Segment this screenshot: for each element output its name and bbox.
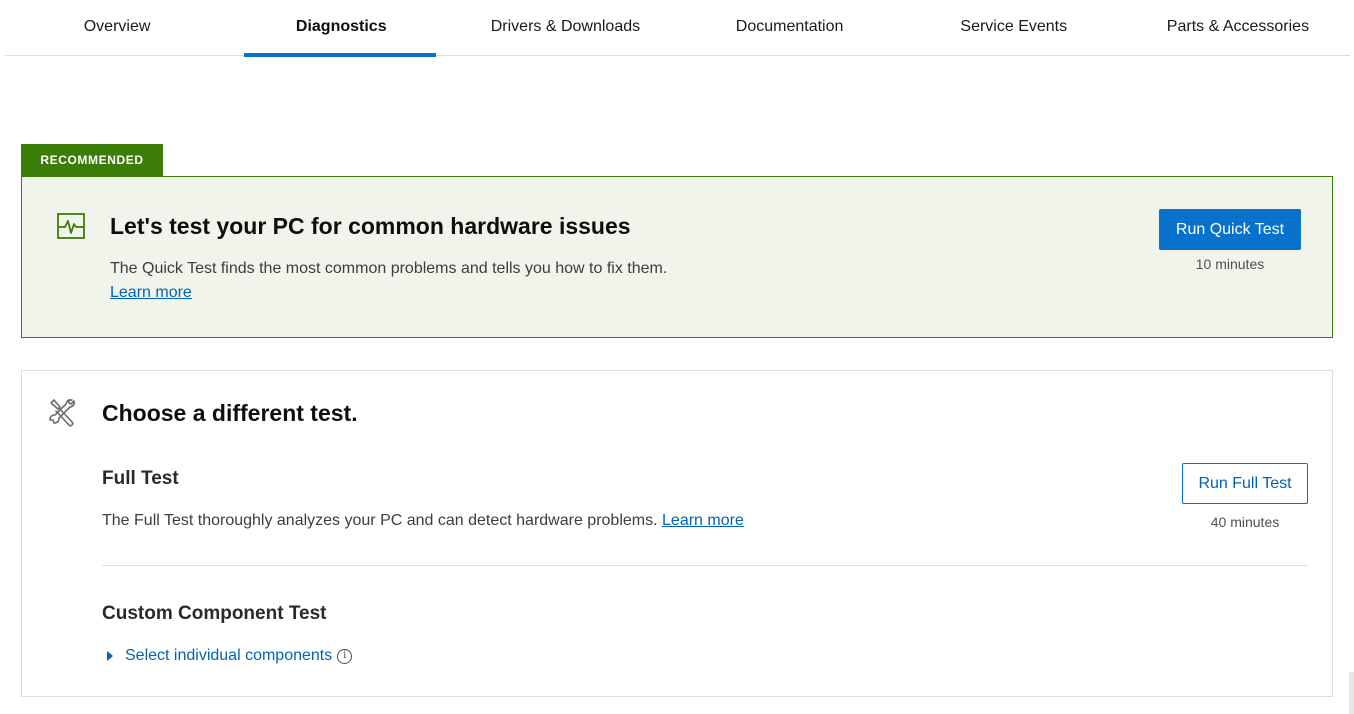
quick-test-description: The Quick Test finds the most common pro… [110,260,668,277]
caret-right-icon [107,651,113,661]
full-test-description-text: The Full Test thoroughly analyzes your P… [102,512,658,529]
custom-test-title: Custom Component Test [102,603,327,624]
tab-diagnostics[interactable]: Diagnostics [229,0,453,57]
tab-parts-accessories[interactable]: Parts & Accessories [1126,0,1350,56]
select-components-label[interactable]: Select individual components [125,647,332,665]
full-test-title: Full Test [102,468,179,489]
scrollbar[interactable] [1349,672,1354,714]
tab-overview[interactable]: Overview [5,0,229,56]
run-full-test-button[interactable]: Run Full Test [1182,463,1308,504]
select-components-toggle[interactable]: Select individual components i [102,646,353,666]
quick-test-learn-more-link[interactable]: Learn more [110,284,192,302]
pulse-monitor-icon [57,213,85,239]
tab-service-events[interactable]: Service Events [902,0,1126,56]
run-quick-test-button[interactable]: Run Quick Test [1159,209,1301,250]
quick-test-duration: 10 minutes [1195,256,1265,272]
info-icon[interactable]: i [337,648,353,664]
tab-drivers-downloads[interactable]: Drivers & Downloads [453,0,677,56]
recommended-badge: RECOMMENDED [21,144,163,176]
quick-test-title: Let's test your PC for common hardware i… [110,213,631,239]
tools-icon [49,399,75,427]
full-test-learn-more-link[interactable]: Learn more [662,512,744,529]
tab-bar: Overview Diagnostics Drivers & Downloads… [5,0,1350,57]
full-test-duration: 40 minutes [1210,514,1280,530]
different-test-card: Choose a different test. Full Test The F… [21,370,1333,697]
different-test-title: Choose a different test. [102,400,358,426]
quick-test-card: Let's test your PC for common hardware i… [21,176,1333,338]
tab-documentation[interactable]: Documentation [678,0,902,56]
full-test-description: The Full Test thoroughly analyzes your P… [102,512,744,530]
divider [102,565,1308,566]
